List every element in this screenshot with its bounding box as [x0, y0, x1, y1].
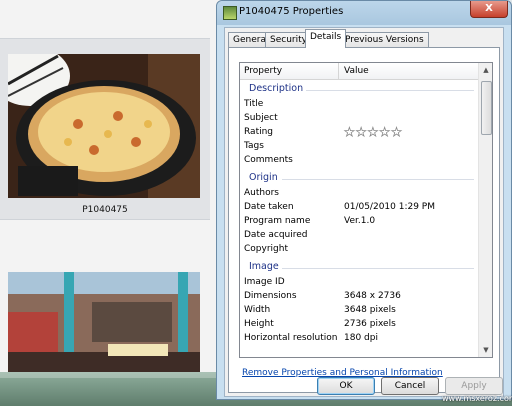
- group-label: Origin: [249, 172, 278, 183]
- column-property[interactable]: Property: [244, 66, 282, 76]
- row-title[interactable]: Title: [240, 97, 478, 111]
- row-program-name[interactable]: Program name Ver.1.0: [240, 214, 478, 228]
- star-icon[interactable]: ★: [355, 126, 367, 139]
- row-authors[interactable]: Authors: [240, 186, 478, 200]
- property-name: Title: [244, 99, 264, 109]
- row-date-taken[interactable]: Date taken 01/05/2010 1:29 PM: [240, 200, 478, 214]
- property-name: Rating: [244, 127, 274, 137]
- row-horizontal-resolution[interactable]: Horizontal resolution 180 dpi: [240, 331, 478, 345]
- photo-filename-label: P1040475: [82, 205, 128, 215]
- star-icon[interactable]: ★: [379, 126, 391, 139]
- row-subject[interactable]: Subject: [240, 111, 478, 125]
- row-date-acquired[interactable]: Date acquired: [240, 228, 478, 242]
- scroll-thumb[interactable]: [481, 81, 492, 135]
- watermark: www.msxeroz.com: [442, 394, 512, 403]
- row-dimensions[interactable]: Dimensions 3648 x 2736: [240, 289, 478, 303]
- property-name: Height: [244, 319, 274, 329]
- property-name: Subject: [244, 113, 278, 123]
- row-rating[interactable]: Rating ★★★★★: [240, 125, 478, 139]
- close-button[interactable]: X: [470, 1, 508, 18]
- property-name: Date taken: [244, 202, 294, 212]
- property-value: 2736 pixels: [344, 319, 396, 329]
- column-divider[interactable]: [338, 63, 339, 79]
- dialog-titlebar[interactable]: P1040475 Properties X: [217, 1, 511, 25]
- property-name: Image ID: [244, 277, 285, 287]
- property-name: Horizontal resolution: [244, 333, 338, 343]
- rating-stars[interactable]: ★★★★★: [344, 126, 403, 139]
- property-value: 01/05/2010 1:29 PM: [344, 202, 435, 212]
- tab-details[interactable]: Details: [305, 29, 347, 48]
- star-icon[interactable]: ★: [367, 126, 379, 139]
- star-icon[interactable]: ★: [391, 126, 403, 139]
- group-divider: [282, 179, 474, 180]
- mall-image: [8, 272, 200, 372]
- property-name: Program name: [244, 216, 311, 226]
- mall-photo-thumbnail[interactable]: [8, 272, 200, 372]
- row-height[interactable]: Height 2736 pixels: [240, 317, 478, 331]
- tab-previous-versions[interactable]: Previous Versions: [340, 32, 429, 48]
- property-value: 3648 pixels: [344, 305, 396, 315]
- property-name: Comments: [244, 155, 293, 165]
- details-tab-page: Property Value Description Title Subject…: [228, 47, 500, 393]
- group-image: Image: [240, 260, 478, 274]
- property-name: Authors: [244, 188, 279, 198]
- explorer-pane: P1040475: [0, 0, 222, 406]
- row-tags[interactable]: Tags: [240, 139, 478, 153]
- property-name: Tags: [244, 141, 264, 151]
- group-label: Description: [249, 83, 304, 94]
- property-name: Date acquired: [244, 230, 308, 240]
- row-image-id[interactable]: Image ID: [240, 275, 478, 289]
- row-comments[interactable]: Comments: [240, 153, 478, 167]
- column-value[interactable]: Value: [344, 66, 369, 76]
- group-origin: Origin: [240, 171, 478, 185]
- dialog-body: General Security Details Previous Versio…: [224, 27, 504, 397]
- scroll-down-arrow-icon[interactable]: ▼: [479, 343, 492, 357]
- apply-button[interactable]: Apply: [445, 377, 503, 395]
- column-header: Property Value: [240, 63, 478, 80]
- group-divider: [282, 268, 474, 269]
- property-name: Dimensions: [244, 291, 297, 301]
- scroll-up-arrow-icon[interactable]: ▲: [479, 63, 492, 77]
- star-icon[interactable]: ★: [344, 126, 356, 139]
- property-value: Ver.1.0: [344, 216, 376, 226]
- dialog-title: P1040475 Properties: [239, 6, 344, 17]
- ok-button[interactable]: OK: [317, 377, 375, 395]
- image-file-icon: [223, 6, 237, 20]
- property-value: 180 dpi: [344, 333, 378, 343]
- group-divider: [306, 90, 474, 91]
- properties-list[interactable]: Property Value Description Title Subject…: [239, 62, 493, 358]
- pizza-image: [8, 54, 200, 198]
- group-description: Description: [240, 82, 478, 96]
- vertical-scrollbar[interactable]: ▲ ▼: [478, 63, 492, 357]
- properties-dialog: P1040475 Properties X General Security D…: [216, 0, 512, 400]
- property-name: Copyright: [244, 244, 288, 254]
- property-value: 3648 x 2736: [344, 291, 401, 301]
- row-copyright[interactable]: Copyright: [240, 242, 478, 256]
- property-name: Width: [244, 305, 271, 315]
- group-label: Image: [249, 261, 279, 272]
- pizza-photo-thumbnail[interactable]: [8, 54, 200, 198]
- cancel-button[interactable]: Cancel: [381, 377, 439, 395]
- row-width[interactable]: Width 3648 pixels: [240, 303, 478, 317]
